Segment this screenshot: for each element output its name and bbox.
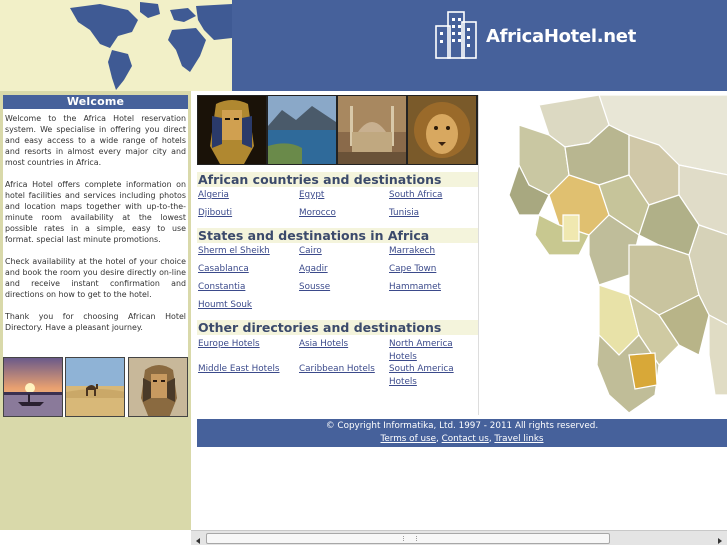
scrollbar-thumb[interactable] (206, 533, 610, 544)
left-sidebar: Welcome Welcome to the Africa Hotel rese… (0, 91, 191, 530)
destination-link[interactable]: Hammamet (389, 281, 441, 294)
country-link[interactable]: Tunisia (389, 207, 419, 220)
welcome-paragraph: Welcome to the Africa Hotel reservation … (5, 114, 186, 167)
footer-bar: © Copyright Informatika, Ltd. 1997 - 201… (197, 419, 727, 447)
pharaoh-mask-photo[interactable] (198, 96, 266, 164)
footer-separator: , (488, 434, 492, 444)
welcome-text: Welcome to the Africa Hotel reservation … (3, 109, 188, 333)
scroll-left-arrow-icon[interactable] (192, 532, 205, 544)
featured-photo-strip (197, 95, 478, 165)
directory-link[interactable]: South America Hotels (389, 363, 459, 388)
travel-links-link[interactable]: Travel links (494, 434, 543, 444)
site-logo-text[interactable]: AfricaHotel.net (486, 26, 636, 47)
country-link[interactable]: Egypt (299, 189, 324, 202)
destination-link[interactable]: Cape Town (389, 263, 436, 276)
destination-link[interactable]: Sousse (299, 281, 330, 294)
terms-link[interactable]: Terms of use (380, 434, 436, 444)
section-title-other: Other directories and destinations (197, 320, 478, 335)
country-link[interactable]: Djibouti (198, 207, 232, 220)
destination-link[interactable]: Houmt Souk (198, 299, 252, 312)
country-link[interactable]: Algeria (198, 189, 229, 202)
directory-link[interactable]: Caribbean Hotels (299, 363, 375, 376)
footer-links: Terms of use, Contact us, Travel links (197, 433, 727, 446)
country-link[interactable]: Morocco (299, 207, 336, 220)
footer-separator: , (436, 434, 439, 444)
directory-link[interactable]: Middle East Hotels (198, 363, 280, 376)
world-map-banner (0, 0, 232, 91)
pharaoh-statue-photo[interactable] (128, 357, 188, 417)
directory-link[interactable]: Europe Hotels (198, 338, 260, 351)
scrollbar-grip (403, 536, 417, 541)
lion-photo[interactable] (408, 96, 476, 164)
destination-link[interactable]: Sherm el Sheikh (198, 245, 270, 258)
section-title-states: States and destinations in Africa (197, 228, 478, 243)
site-header: AfricaHotel.net (0, 0, 727, 91)
destination-link[interactable]: Cairo (299, 245, 322, 258)
destination-link[interactable]: Agadir (299, 263, 328, 276)
welcome-paragraph: Thank you for choosing African Hotel Dir… (5, 312, 186, 332)
directory-link[interactable]: North America Hotels (389, 338, 459, 363)
left-photo-row (3, 357, 188, 417)
contact-link[interactable]: Contact us (442, 434, 489, 444)
scroll-right-arrow-icon[interactable] (713, 532, 726, 544)
horizontal-scrollbar[interactable] (191, 530, 727, 545)
hotel-building-icon (434, 10, 478, 60)
copyright-text: © Copyright Informatika, Ltd. 1997 - 201… (325, 421, 599, 431)
africa-map[interactable] (478, 95, 727, 415)
coastal-mountain-photo[interactable] (268, 96, 336, 164)
section-title-countries: African countries and destinations (197, 172, 478, 187)
desert-camel-photo[interactable] (65, 357, 125, 417)
welcome-paragraph: Africa Hotel offers complete information… (5, 180, 186, 244)
welcome-title: Welcome (3, 95, 188, 109)
destination-link[interactable]: Constantia (198, 281, 245, 294)
country-link[interactable]: South Africa (389, 189, 442, 202)
destination-link[interactable]: Marrakech (389, 245, 435, 258)
sunset-lake-photo[interactable] (3, 357, 63, 417)
mosque-photo[interactable] (338, 96, 406, 164)
destination-link[interactable]: Casablanca (198, 263, 249, 276)
welcome-paragraph: Check availability at the hotel of your … (5, 257, 186, 299)
directory-link[interactable]: Asia Hotels (299, 338, 348, 351)
